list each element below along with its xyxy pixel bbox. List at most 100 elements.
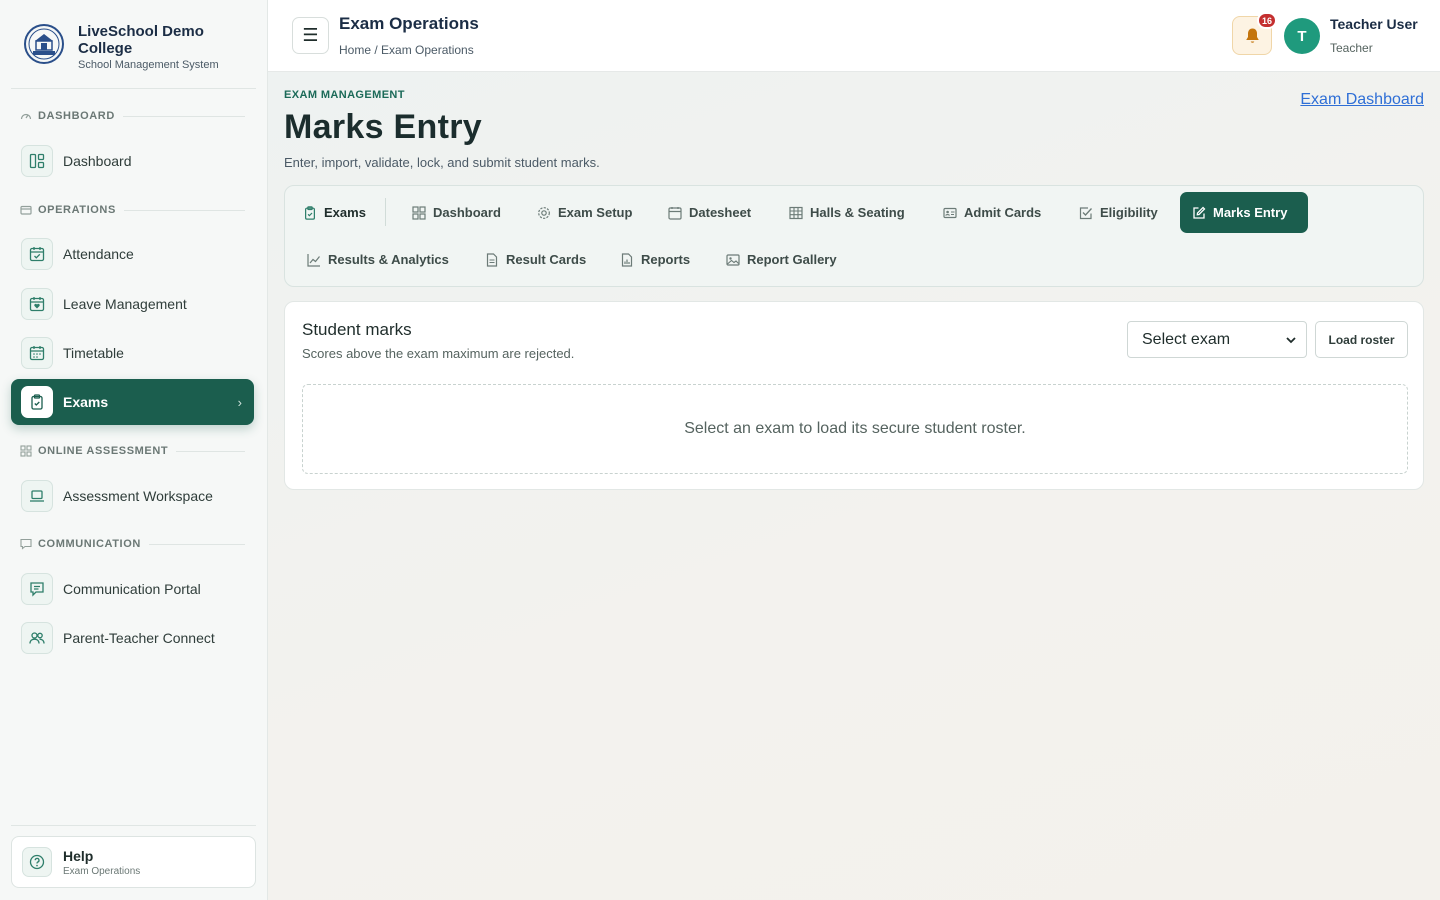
section-online-assessment: ONLINE ASSESSMENT: [20, 445, 245, 457]
brand-name: LiveSchool Demo College: [78, 23, 204, 57]
sidebar-item-label: Exams: [63, 394, 109, 410]
sidebar-item-attendance[interactable]: Attendance: [11, 231, 254, 277]
gear-icon: [537, 206, 551, 220]
chart-line-icon: [307, 253, 321, 267]
message-icon: [20, 538, 32, 550]
gauge-icon: [20, 110, 32, 122]
sidebar-item-dashboard[interactable]: Dashboard: [11, 138, 254, 184]
sidebar-item-communication-portal[interactable]: Communication Portal: [11, 566, 254, 612]
divider: [122, 115, 245, 117]
tab-admit-cards[interactable]: Admit Cards: [931, 192, 1053, 233]
tab-datesheet[interactable]: Datesheet: [656, 192, 763, 233]
tab-label: Marks Entry: [1213, 205, 1288, 220]
tab-reports[interactable]: Reports: [608, 239, 702, 280]
main-content: EXAM MANAGEMENT Marks Entry Enter, impor…: [268, 72, 1440, 900]
id-card-icon: [943, 206, 957, 220]
sidebar-item-label: Assessment Workspace: [63, 488, 213, 504]
calendar-check-icon: [21, 238, 53, 270]
exam-select[interactable]: Select exam: [1127, 321, 1307, 358]
sidebar-item-leave-management[interactable]: Leave Management: [11, 281, 254, 327]
calendar-grid-icon: [21, 337, 53, 369]
divider: [11, 88, 256, 89]
tab-label: Result Cards: [506, 252, 587, 267]
clipboard-icon: [303, 205, 317, 220]
exam-dashboard-link[interactable]: Exam Dashboard: [1300, 91, 1424, 109]
chevron-right-icon: ›: [237, 394, 242, 410]
card-title: Student marks: [302, 320, 412, 339]
edit-icon: [1192, 206, 1206, 220]
tab-exam-setup[interactable]: Exam Setup: [525, 192, 644, 233]
avatar[interactable]: T: [1284, 18, 1320, 54]
sidebar-item-exams[interactable]: Exams ›: [11, 379, 254, 425]
help-title: Help: [63, 847, 94, 864]
sidebar: LiveSchool Demo College School Managemen…: [0, 0, 268, 900]
divider: [176, 450, 245, 452]
exam-select-value: Select exam: [1142, 330, 1231, 348]
tab-result-cards[interactable]: Result Cards: [473, 239, 598, 280]
header-title: Exam Operations: [339, 14, 479, 33]
tab-report-gallery[interactable]: Report Gallery: [714, 239, 849, 280]
tab-results-analytics[interactable]: Results & Analytics: [295, 239, 461, 280]
section-communication: COMMUNICATION: [20, 538, 245, 550]
top-header: ☰ Exam Operations Home / Exam Operations…: [268, 0, 1440, 72]
tab-marks-entry[interactable]: Marks Entry: [1180, 192, 1308, 233]
sidebar-item-label: Parent-Teacher Connect: [63, 630, 215, 646]
exam-tabs: Exams Dashboard Exam Setup Datesheet Hal…: [284, 185, 1424, 287]
page-description: Enter, import, validate, lock, and submi…: [284, 155, 600, 170]
calendar-heart-icon: [21, 288, 53, 320]
user-name[interactable]: Teacher User: [1330, 16, 1418, 32]
tab-label: Dashboard: [433, 205, 501, 220]
calendar-icon: [668, 206, 682, 220]
sidebar-item-assessment-workspace[interactable]: Assessment Workspace: [11, 473, 254, 519]
school-logo-icon: [24, 24, 64, 64]
users-icon: [21, 622, 53, 654]
tab-label: Exam Setup: [558, 205, 633, 220]
sidebar-item-label: Leave Management: [63, 296, 187, 312]
tab-halls-seating[interactable]: Halls & Seating: [777, 192, 917, 233]
divider: [123, 209, 245, 211]
bell-icon: [1245, 28, 1259, 43]
tab-label: Datesheet: [689, 205, 752, 220]
tab-exams[interactable]: Exams: [291, 192, 378, 233]
laptop-icon: [21, 480, 53, 512]
sidebar-item-label: Attendance: [63, 246, 134, 262]
section-label: OPERATIONS: [38, 204, 116, 216]
page-eyebrow: EXAM MANAGEMENT: [284, 89, 405, 101]
tab-label: Admit Cards: [964, 205, 1042, 220]
section-label: COMMUNICATION: [38, 538, 141, 550]
load-roster-button[interactable]: Load roster: [1315, 321, 1408, 358]
help-subtitle: Exam Operations: [63, 865, 141, 877]
hamburger-icon: ☰: [302, 25, 319, 45]
breadcrumb: Home / Exam Operations: [339, 43, 474, 57]
layout-icon: [21, 145, 53, 177]
tab-dashboard[interactable]: Dashboard: [400, 192, 513, 233]
sidebar-item-label: Timetable: [63, 345, 124, 361]
brand[interactable]: LiveSchool Demo College School Managemen…: [22, 22, 228, 71]
sidebar-item-parent-teacher-connect[interactable]: Parent-Teacher Connect: [11, 615, 254, 661]
empty-roster-message: Select an exam to load its secure studen…: [302, 384, 1408, 474]
table-icon: [789, 206, 803, 220]
sidebar-item-timetable[interactable]: Timetable: [11, 330, 254, 376]
document-icon: [485, 252, 499, 267]
tab-label: Results & Analytics: [328, 252, 449, 267]
folder-icon: [20, 204, 32, 216]
divider: [11, 825, 256, 826]
divider: [148, 543, 245, 545]
sidebar-item-label: Communication Portal: [63, 581, 201, 597]
divider: [385, 198, 386, 226]
tab-eligibility[interactable]: Eligibility: [1067, 192, 1170, 233]
chevron-down-icon: [1286, 337, 1296, 344]
menu-toggle-button[interactable]: ☰: [292, 17, 329, 54]
sidebar-item-label: Dashboard: [63, 153, 132, 169]
help-button[interactable]: Help Exam Operations: [11, 836, 256, 888]
clipboard-icon: [21, 386, 53, 418]
tab-label: Eligibility: [1100, 205, 1158, 220]
tab-label: Halls & Seating: [810, 205, 905, 220]
notification-count-badge: 16: [1257, 12, 1278, 29]
page-title: Marks Entry: [284, 108, 482, 146]
card-subtitle: Scores above the exam maximum are reject…: [302, 346, 575, 361]
section-operations: OPERATIONS: [20, 204, 245, 216]
section-label: ONLINE ASSESSMENT: [38, 445, 169, 457]
grid-icon: [412, 205, 426, 220]
question-icon: [22, 847, 52, 877]
